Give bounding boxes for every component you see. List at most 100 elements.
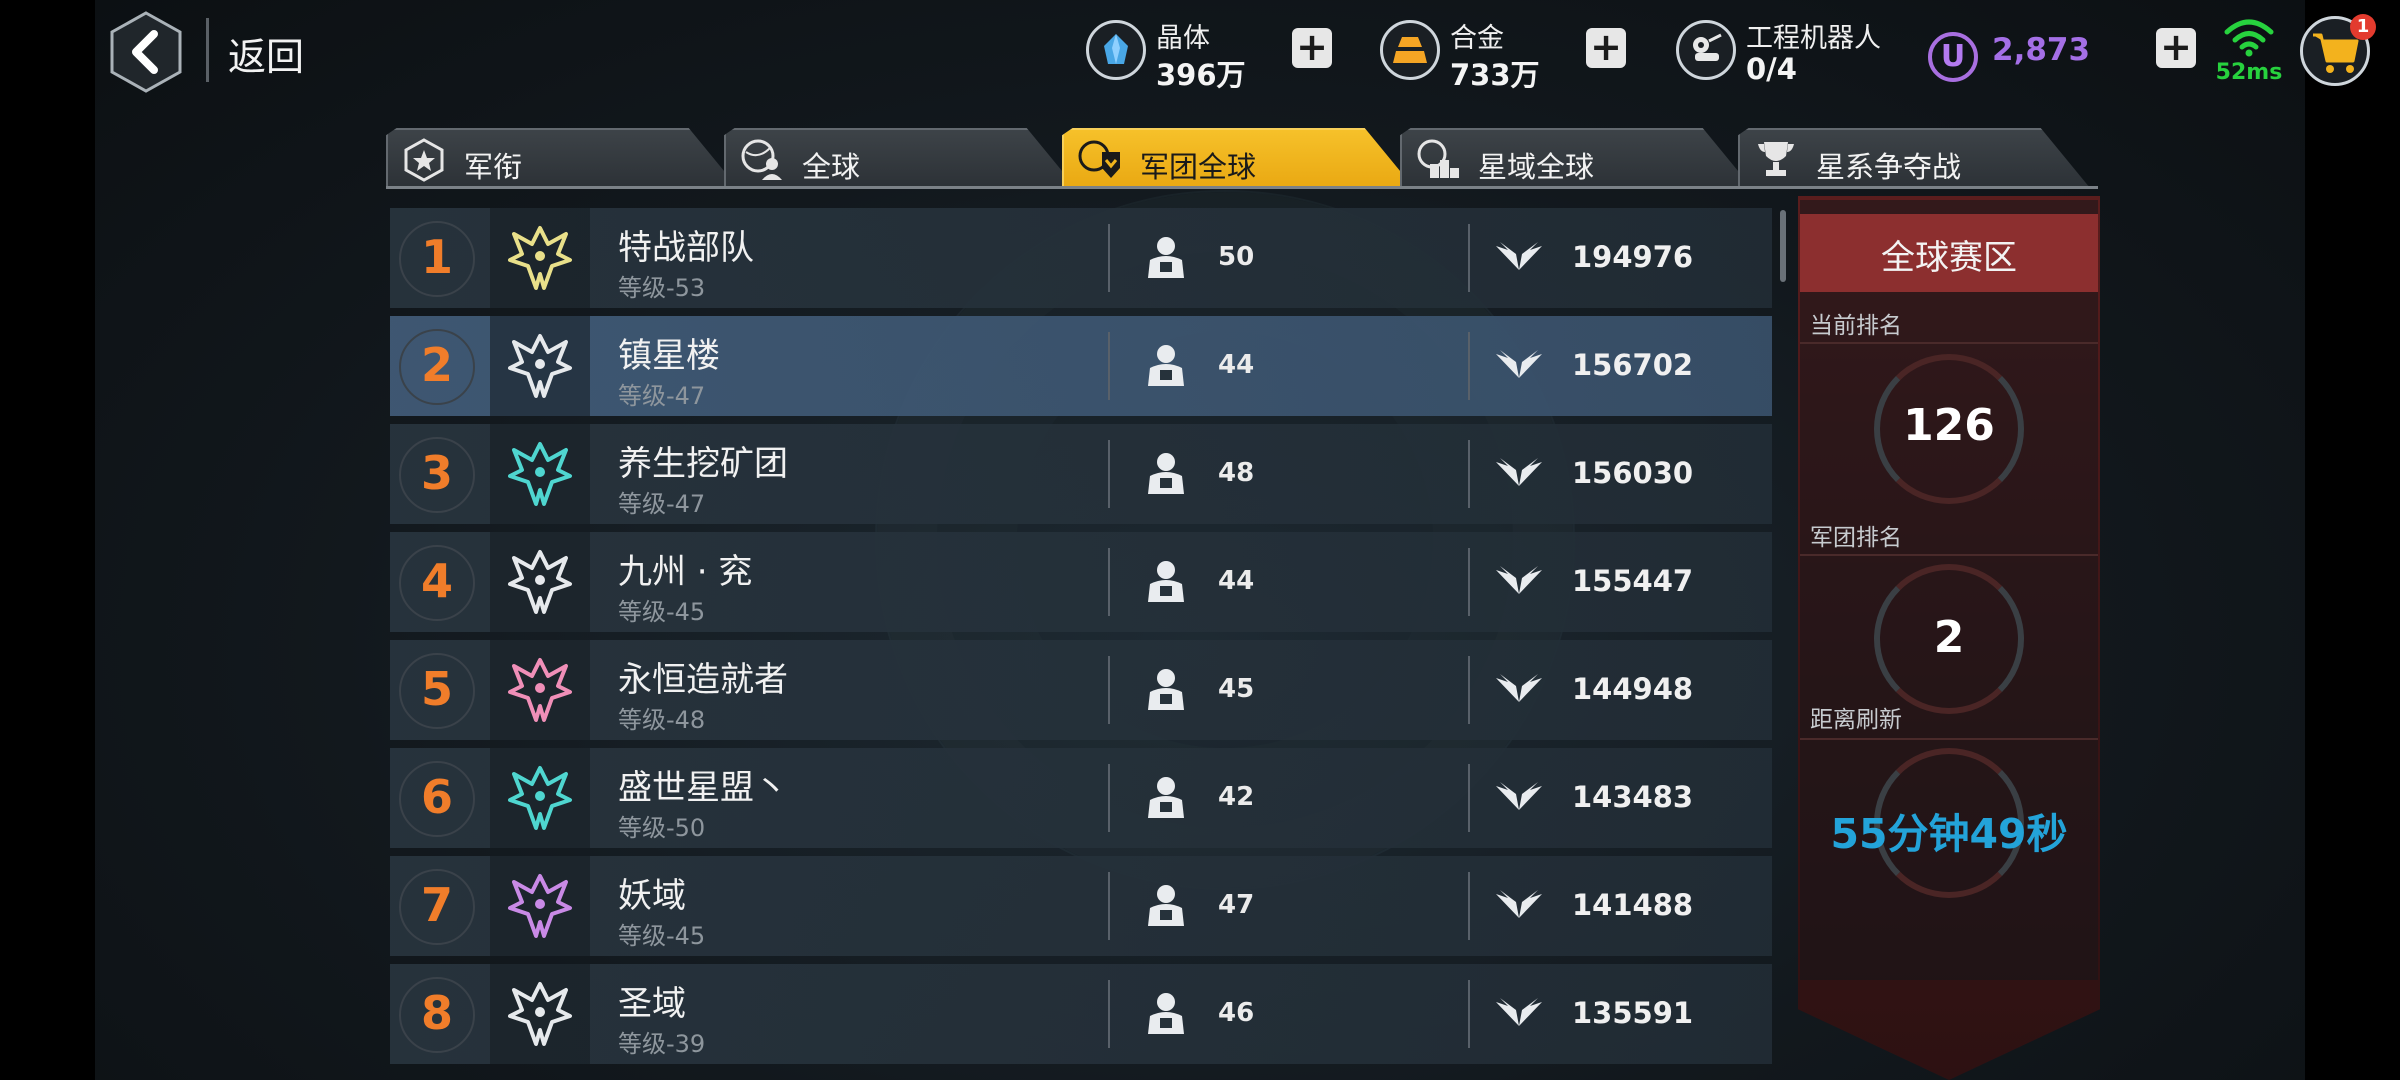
legion-level: 等级-47: [618, 490, 706, 518]
power-wings-icon: [1496, 998, 1542, 1026]
legion-emblem-icon: [508, 226, 572, 290]
legion-ranking-list[interactable]: 1 特战部队 等级-53 50 194976 2 镇星楼 等级-47 44 156702 3 养生挖矿…: [390, 208, 1772, 1080]
power-value: 143483: [1572, 780, 1694, 814]
tab-galaxy-battle[interactable]: 星系争夺战: [1738, 128, 2090, 188]
wifi-icon: [2224, 19, 2274, 57]
column-divider: [1108, 872, 1110, 940]
rank-number: 5: [420, 662, 453, 716]
robot-icon: [1676, 20, 1736, 80]
current-rank-label: 当前排名: [1810, 313, 1902, 339]
rank-badge: 1: [390, 208, 490, 308]
tab-label: 星域全球: [1478, 150, 1595, 184]
legion-emblem-icon: [508, 874, 572, 938]
power-wings-icon: [1496, 674, 1542, 702]
rank-number: 4: [420, 554, 453, 608]
column-divider: [1108, 332, 1110, 400]
member-count: 46: [1218, 998, 1255, 1028]
member-count: 50: [1218, 242, 1255, 272]
column-divider: [1108, 548, 1110, 616]
legion-emblem: [490, 748, 590, 848]
ranking-row[interactable]: 1 特战部队 等级-53 50 194976: [390, 208, 1772, 308]
power-wings-icon: [1496, 566, 1542, 594]
rank-number: 3: [420, 446, 453, 500]
resource-name: 合金: [1450, 23, 1504, 54]
ranking-row[interactable]: 8 圣域 等级-39 46 135591: [390, 964, 1772, 1064]
legion-emblem-icon: [508, 982, 572, 1046]
member-count: 47: [1218, 890, 1255, 920]
legion-rank-label: 军团排名: [1810, 525, 1902, 551]
member-count: 42: [1218, 782, 1255, 812]
rank-badge: 8: [390, 964, 490, 1064]
column-divider: [1468, 980, 1470, 1048]
panel-divider: [1800, 342, 2098, 344]
refresh-label: 距离刷新: [1810, 707, 1902, 733]
alloy-icon: [1380, 20, 1440, 80]
member-icon: [1148, 237, 1184, 278]
star-domain-icon: [1417, 139, 1459, 178]
ranking-row[interactable]: 5 永恒造就者 等级-48 45 144948: [390, 640, 1772, 740]
rank-badge: 5: [390, 640, 490, 740]
panel-divider: [1800, 554, 2098, 556]
current-rank-value: 126: [1903, 400, 1995, 451]
ranking-row[interactable]: 2 镇星楼 等级-47 44 156702: [390, 316, 1772, 416]
power-value: 156702: [1572, 348, 1694, 382]
legion-emblem: [490, 964, 590, 1064]
add-ucoin-button[interactable]: +: [2156, 28, 2196, 68]
ranking-row[interactable]: 6 盛世星盟丶 等级-50 42 143483: [390, 748, 1772, 848]
back-divider: [206, 18, 209, 82]
rank-number: 2: [420, 338, 453, 392]
column-divider: [1468, 332, 1470, 400]
power-value: 144948: [1572, 672, 1694, 706]
tab-military-rank[interactable]: 军衔: [386, 128, 738, 188]
resource-value: 733万: [1450, 58, 1540, 92]
list-scrollbar[interactable]: [1780, 210, 1786, 282]
ranking-tabs: 军衔 全球 军团全球 星域全球 星系争夺战: [386, 128, 2098, 188]
tab-label: 全球: [802, 150, 861, 184]
back-label[interactable]: 返回: [228, 26, 304, 81]
ranking-row[interactable]: 3 养生挖矿团 等级-47 48 156030: [390, 424, 1772, 524]
column-divider: [1468, 548, 1470, 616]
column-divider: [1468, 872, 1470, 940]
tab-star-domain-global[interactable]: 星域全球: [1400, 128, 1752, 188]
power-wings-icon: [1496, 242, 1542, 270]
legion-level: 等级-50: [618, 814, 706, 842]
ranking-row[interactable]: 7 妖域 等级-45 47 141488: [390, 856, 1772, 956]
tab-global[interactable]: 全球: [724, 128, 1076, 188]
power-value: 156030: [1572, 456, 1694, 490]
rank-badge: 6: [390, 748, 490, 848]
rank-number: 1: [420, 230, 453, 284]
ucoin-icon: U: [1928, 32, 1978, 82]
legion-level: 等级-48: [618, 706, 706, 734]
legion-emblem-icon: [508, 334, 572, 398]
power-value: 141488: [1572, 888, 1694, 922]
legion-name: 妖域: [618, 876, 686, 916]
region-panel-title: 全球赛区: [1881, 238, 2017, 278]
column-divider: [1108, 440, 1110, 508]
rank-badge-icon: [404, 138, 444, 182]
legion-emblem-icon: [508, 658, 572, 722]
resource-value: 396万: [1156, 58, 1246, 92]
legion-emblem-icon: [508, 766, 572, 830]
power-value: 194976: [1572, 240, 1694, 274]
power-value: 155447: [1572, 564, 1694, 598]
legion-name: 镇星楼: [618, 336, 720, 376]
back-arrow-icon: [110, 11, 182, 93]
add-crystal-button[interactable]: +: [1292, 28, 1332, 68]
member-icon: [1148, 669, 1184, 710]
legion-rank-value: 2: [1933, 612, 1965, 663]
top-bar: 返回 晶体 396万 + 合金 733万 + 工程机器人 0/4 U 2,873…: [0, 0, 2400, 110]
refresh-timer: 55分钟49秒: [1830, 810, 2068, 858]
back-button[interactable]: [108, 10, 184, 94]
panel-divider: [1800, 738, 2098, 740]
rank-badge: 3: [390, 424, 490, 524]
legion-name: 特战部队: [618, 228, 754, 268]
member-icon: [1148, 345, 1184, 386]
add-alloy-button[interactable]: +: [1586, 28, 1626, 68]
resource-name: 晶体: [1156, 23, 1210, 54]
tab-legion-global[interactable]: 军团全球: [1062, 128, 1414, 188]
power-wings-icon: [1496, 890, 1542, 918]
ranking-row[interactable]: 4 九州 · 兖等级-45 44 155447: [390, 532, 1772, 632]
column-divider: [1108, 656, 1110, 724]
legion-level: 等级-47: [618, 382, 706, 410]
power-wings-icon: [1496, 458, 1542, 486]
